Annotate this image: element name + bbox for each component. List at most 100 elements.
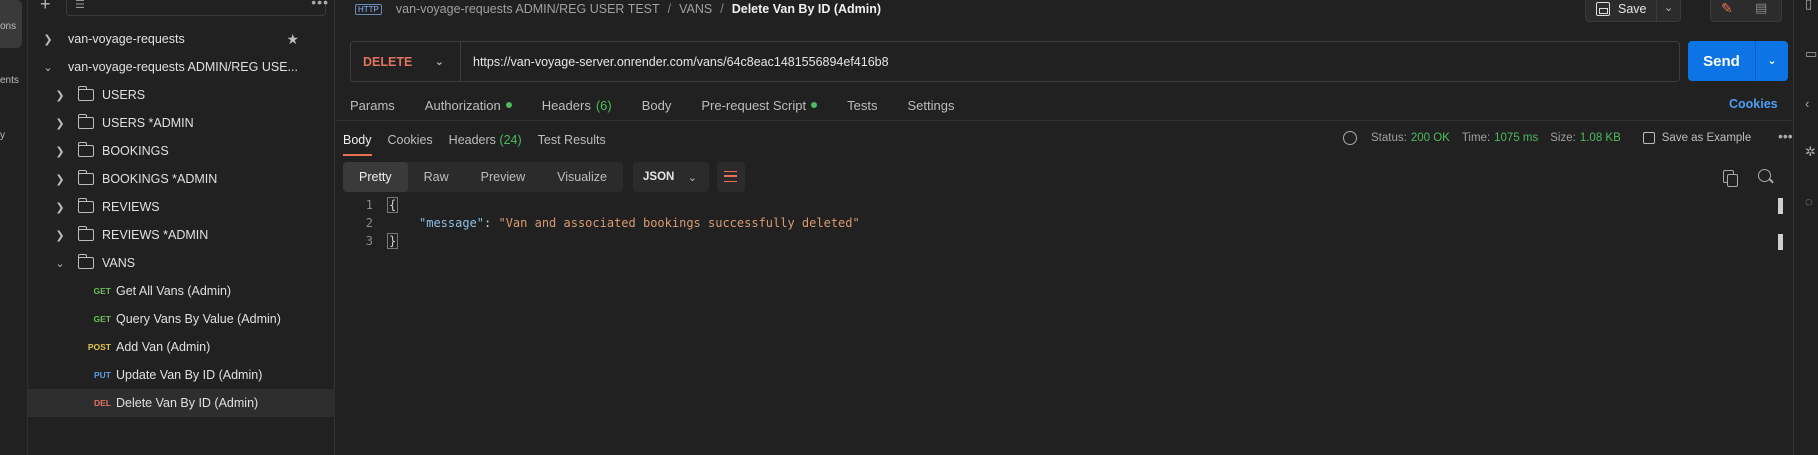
code-line: 1 { (343, 196, 1783, 214)
chevron-right-icon[interactable]: ❯ (54, 229, 66, 242)
tab-settings[interactable]: Settings (907, 98, 954, 113)
tab-params[interactable]: Params (350, 98, 395, 113)
network-icon[interactable] (1343, 131, 1357, 145)
tab-response-body[interactable]: Body (343, 133, 372, 156)
plus-icon[interactable]: + (40, 0, 51, 15)
folder-icon (78, 142, 94, 157)
sidebar-collection-admin-reg[interactable]: ⌄ van-voyage-requests ADMIN/REG USE... (28, 53, 335, 81)
sidebar-folder-reviews-admin[interactable]: ❯ REVIEWS *ADMIN (28, 221, 335, 249)
documentation-icon[interactable]: ▭ (1805, 46, 1817, 62)
sidebar-request-query-vans[interactable]: GET Query Vans By Value (Admin) (28, 305, 335, 333)
search-icon[interactable] (1758, 169, 1771, 182)
comments-icon[interactable]: ‹ (1805, 96, 1809, 111)
method-badge: GET (93, 314, 111, 324)
copy-icon[interactable] (1723, 170, 1738, 187)
chevron-down-icon[interactable]: ⌄ (1755, 41, 1788, 81)
breadcrumb-collection[interactable]: van-voyage-requests ADMIN/REG USER TEST (396, 2, 660, 16)
right-rail: ▯ ▭ ‹ ✲ ◌ (1793, 0, 1818, 455)
settings-icon[interactable]: ✲ (1805, 144, 1816, 160)
sidebar-folder-bookings[interactable]: ❯ BOOKINGS (28, 137, 335, 165)
chevron-right-icon[interactable]: ❯ (54, 145, 66, 158)
comment-icon[interactable]: ▤ (1755, 0, 1767, 16)
json-key: "message" (419, 216, 485, 230)
sidebar-folder-users[interactable]: ❯ USERS (28, 81, 335, 109)
method-badge: POST (87, 342, 111, 352)
tab-prerequest-script[interactable]: Pre-request Script (701, 98, 818, 113)
breadcrumb-separator: / (667, 2, 672, 16)
pencil-icon[interactable]: ✎ (1721, 0, 1733, 17)
format-select[interactable]: JSON ⌄ (633, 162, 709, 192)
tab-response-headers[interactable]: Headers (24) (449, 133, 522, 147)
rail-label-history[interactable]: y (0, 130, 5, 141)
chevron-right-icon[interactable]: ❯ (42, 33, 54, 46)
tab-visualize[interactable]: Visualize (541, 162, 623, 192)
breadcrumb-folder[interactable]: VANS (679, 2, 712, 16)
api-icon[interactable]: ▯ (1805, 0, 1812, 12)
request-label: Update Van By ID (Admin) (116, 368, 263, 382)
tab-authorization[interactable]: Authorization (425, 98, 512, 113)
save-button[interactable]: Save ⌄ (1585, 0, 1681, 22)
tab-headers[interactable]: Headers (6) (542, 98, 612, 113)
response-tabs: Body Cookies Headers (24) Test Results (343, 128, 622, 156)
breadcrumb: HTTP van-voyage-requests ADMIN/REG USER … (355, 0, 881, 18)
info-icon[interactable]: ◌ (1805, 194, 1813, 209)
chevron-right-icon[interactable]: ❯ (54, 173, 66, 186)
star-icon[interactable]: ★ (286, 31, 299, 48)
chevron-right-icon[interactable]: ❯ (54, 201, 66, 214)
format-value: JSON (643, 171, 675, 183)
chevron-down-icon[interactable]: ⌄ (1656, 0, 1680, 21)
scrollbar-thumb[interactable] (1778, 198, 1783, 214)
tab-raw[interactable]: Raw (408, 162, 465, 192)
sidebar-collection-van-voyage-requests[interactable]: ❯ van-voyage-requests ★ (28, 25, 335, 53)
wrap-lines-button[interactable] (717, 162, 745, 192)
tab-preview[interactable]: Preview (465, 162, 541, 192)
view-mode-toggle: ✎ ▤ (1710, 0, 1782, 22)
save-as-example-button[interactable]: Save as Example (1642, 132, 1751, 144)
rail-label-environments[interactable]: ents (0, 75, 19, 86)
tab-tests[interactable]: Tests (847, 98, 877, 113)
sidebar-filter-input[interactable]: ☰ (66, 0, 326, 16)
tab-label: Headers (448, 133, 496, 147)
sidebar-request-get-all-vans[interactable]: GET Get All Vans (Admin) (28, 277, 335, 305)
tab-pretty[interactable]: Pretty (343, 162, 408, 192)
time-value[interactable]: 1075 ms (1494, 132, 1538, 144)
rail-label-collections[interactable]: ons (0, 21, 16, 32)
tab-test-results[interactable]: Test Results (538, 133, 606, 147)
sidebar-folder-vans[interactable]: ⌄ VANS (28, 249, 335, 277)
status-dot-icon (811, 102, 818, 108)
view-mode-tabs: Pretty Raw Preview Visualize (343, 162, 623, 192)
send-button[interactable]: Send ⌄ (1688, 41, 1788, 81)
filter-icon[interactable]: ☰ (75, 0, 85, 11)
tab-label: Authorization (424, 97, 501, 113)
chevron-down-icon[interactable]: ⌄ (42, 61, 54, 74)
chevron-right-icon[interactable]: ❯ (54, 117, 66, 130)
json-colon: : (484, 216, 499, 230)
method-badge: DEL (94, 398, 111, 408)
wrap-icon (724, 171, 737, 182)
scrollbar-thumb[interactable] (1778, 234, 1783, 250)
more-icon[interactable]: ••• (1778, 128, 1793, 144)
cookies-link[interactable]: Cookies (1729, 97, 1778, 111)
tab-response-cookies[interactable]: Cookies (388, 133, 433, 147)
chevron-right-icon[interactable]: ❯ (54, 89, 66, 102)
response-meta: Status: 200 OK Time: 1075 ms Size: 1.08 … (1343, 128, 1751, 148)
sidebar-folder-bookings-admin[interactable]: ❯ BOOKINGS *ADMIN (28, 165, 335, 193)
status-value[interactable]: 200 OK (1411, 132, 1450, 144)
sidebar-toolbar: + ☰ ••• (28, 0, 335, 18)
sidebar-folder-users-admin[interactable]: ❯ USERS *ADMIN (28, 109, 335, 137)
url-input[interactable]: https://van-voyage-server.onrender.com/v… (461, 55, 889, 69)
sidebar-request-delete-van[interactable]: DEL Delete Van By ID (Admin) (28, 389, 335, 417)
left-rail: ons ents y (0, 0, 28, 455)
more-icon[interactable]: ••• (311, 0, 329, 10)
folder-icon (78, 170, 94, 185)
sidebar-folder-reviews[interactable]: ❯ REVIEWS (28, 193, 335, 221)
size-value[interactable]: 1.08 KB (1580, 132, 1621, 144)
tab-body[interactable]: Body (642, 98, 672, 113)
response-body-editor[interactable]: 1 { 2 "message" : "Van and associated bo… (343, 196, 1783, 250)
sidebar-request-add-van[interactable]: POST Add Van (Admin) (28, 333, 335, 361)
sidebar-request-update-van[interactable]: PUT Update Van By ID (Admin) (28, 361, 335, 389)
method-select[interactable]: DELETE ⌄ (351, 42, 461, 81)
code-line: 3 } (343, 232, 1783, 250)
request-label: Add Van (Admin) (116, 340, 211, 354)
chevron-down-icon[interactable]: ⌄ (54, 257, 66, 270)
